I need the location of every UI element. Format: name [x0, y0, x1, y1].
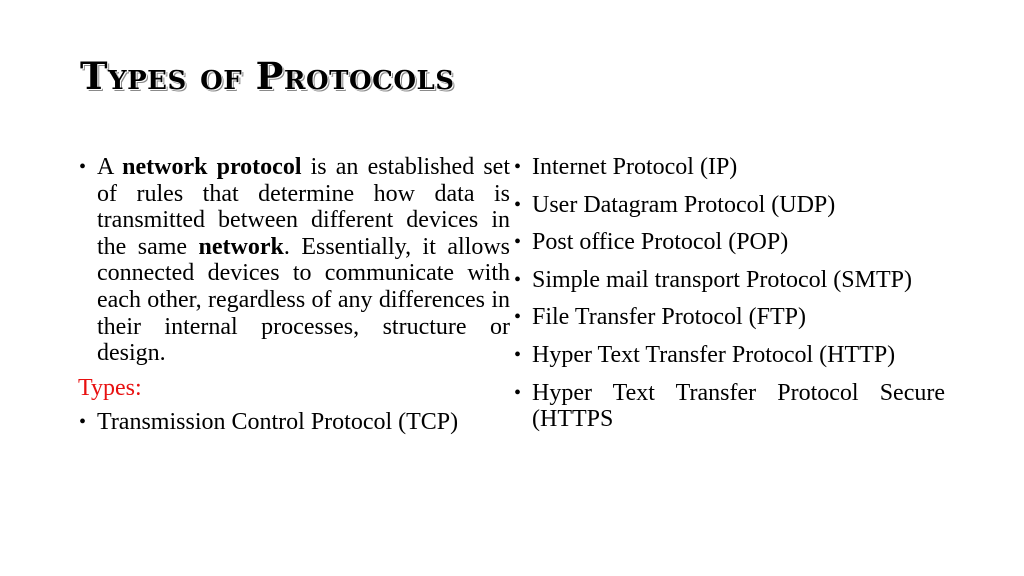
- bullet-icon: •: [514, 193, 522, 216]
- list-item: • Hyper Text Transfer Protocol Secure (H…: [511, 380, 945, 433]
- list-item-text: Internet Protocol (IP): [532, 154, 738, 180]
- intro-bold-network-protocol: network protocol: [122, 154, 302, 180]
- list-item: • File Transfer Protocol (FTP): [511, 304, 945, 331]
- list-item: • Simple mail transport Protocol (SMTP): [511, 267, 945, 294]
- types-label: Types:: [78, 374, 142, 401]
- right-column: • Internet Protocol (IP) • User Datagram…: [511, 154, 945, 444]
- bullet-icon: •: [79, 411, 87, 434]
- intro-bold-network: network: [198, 233, 284, 260]
- list-item-text: Simple mail transport Protocol (SMTP): [532, 266, 912, 293]
- list-item: • Post office Protocol (POP): [511, 229, 945, 256]
- list-item-text: Hyper Text Transfer Protocol (HTTP): [532, 341, 896, 368]
- bullet-icon: •: [514, 156, 522, 178]
- list-item: • User Datagram Protocol (UDP): [511, 192, 945, 219]
- intro-bullet: • A network protocol is an established s…: [76, 154, 510, 367]
- list-item-text: Transmission Control Protocol (TCP): [97, 409, 459, 436]
- list-item: • Transmission Control Protocol (TCP): [76, 409, 510, 436]
- list-item-text: File Transfer Protocol (FTP): [532, 304, 807, 331]
- list-item-text: Post office Protocol (POP): [532, 229, 789, 256]
- left-column: • A network protocol is an established s…: [76, 154, 510, 436]
- bullet-icon: •: [514, 306, 522, 329]
- bullet-icon: •: [514, 381, 522, 404]
- bullet-icon: •: [514, 231, 522, 254]
- bullet-icon: •: [514, 343, 522, 366]
- list-item-text: Hyper Text Transfer Protocol Secure (HTT…: [532, 379, 945, 433]
- slide-title: Types of Protocols: [80, 54, 455, 98]
- bullet-icon: •: [514, 268, 522, 291]
- bullet-icon: •: [79, 156, 87, 178]
- intro-prefix: A: [97, 154, 123, 180]
- list-item-text: User Datagram Protocol (UDP): [532, 191, 836, 218]
- list-item: • Internet Protocol (IP): [511, 154, 945, 181]
- list-item: • Hyper Text Transfer Protocol (HTTP): [511, 342, 945, 369]
